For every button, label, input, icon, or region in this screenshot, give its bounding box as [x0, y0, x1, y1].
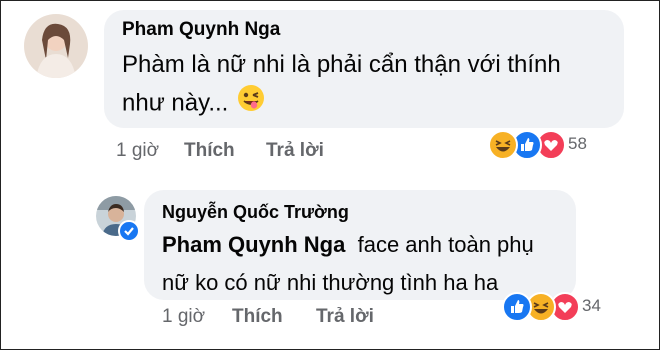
- reaction-summary[interactable]: 58: [488, 128, 598, 160]
- comment-text: Phàm là nữ nhi là phải cẩn thận với thín…: [122, 46, 622, 124]
- reply-timestamp[interactable]: 1 giờ: [162, 306, 205, 328]
- reaction-count: 58: [568, 134, 587, 153]
- comment-actions: 1 giờ Thích Trả lời: [116, 140, 416, 164]
- comment-text-line-2: như này...: [122, 89, 229, 117]
- comment-text-line: như này...: [122, 84, 622, 124]
- reply-text-line: Pham Quynh Nga face anh toàn phụ: [162, 226, 582, 264]
- reaction-count: 34: [582, 296, 601, 315]
- reply-bubble: Nguyễn Quốc Trường Pham Quynh Nga face a…: [144, 190, 576, 300]
- reply-reaction-summary[interactable]: 34: [502, 290, 612, 322]
- reply-like-button[interactable]: Thích: [232, 306, 283, 328]
- reply-actions: 1 giờ Thích Trả lời: [162, 306, 462, 330]
- verified-badge-icon: [118, 220, 140, 242]
- winking-tongue-emoji: [237, 84, 265, 124]
- mention-link[interactable]: Pham Quynh Nga: [162, 232, 345, 257]
- like-button[interactable]: Thích: [184, 140, 235, 162]
- reply-reply-button[interactable]: Trả lời: [316, 306, 374, 328]
- comment-bubble: Pham Quynh Nga Phàm là nữ nhi là phải cẩ…: [104, 10, 624, 128]
- reply-author[interactable]: Nguyễn Quốc Trường: [162, 202, 349, 223]
- like-reaction-icon: [502, 292, 532, 322]
- haha-reaction-icon: [488, 130, 518, 160]
- avatar[interactable]: [24, 14, 88, 78]
- reply-button[interactable]: Trả lời: [266, 140, 324, 162]
- reply-text-line-1: face anh toàn phụ: [357, 232, 534, 257]
- comment-timestamp[interactable]: 1 giờ: [116, 140, 159, 162]
- comment-author[interactable]: Pham Quynh Nga: [122, 19, 280, 41]
- comment-text-line: Phàm là nữ nhi là phải cẩn thận với thín…: [122, 51, 561, 78]
